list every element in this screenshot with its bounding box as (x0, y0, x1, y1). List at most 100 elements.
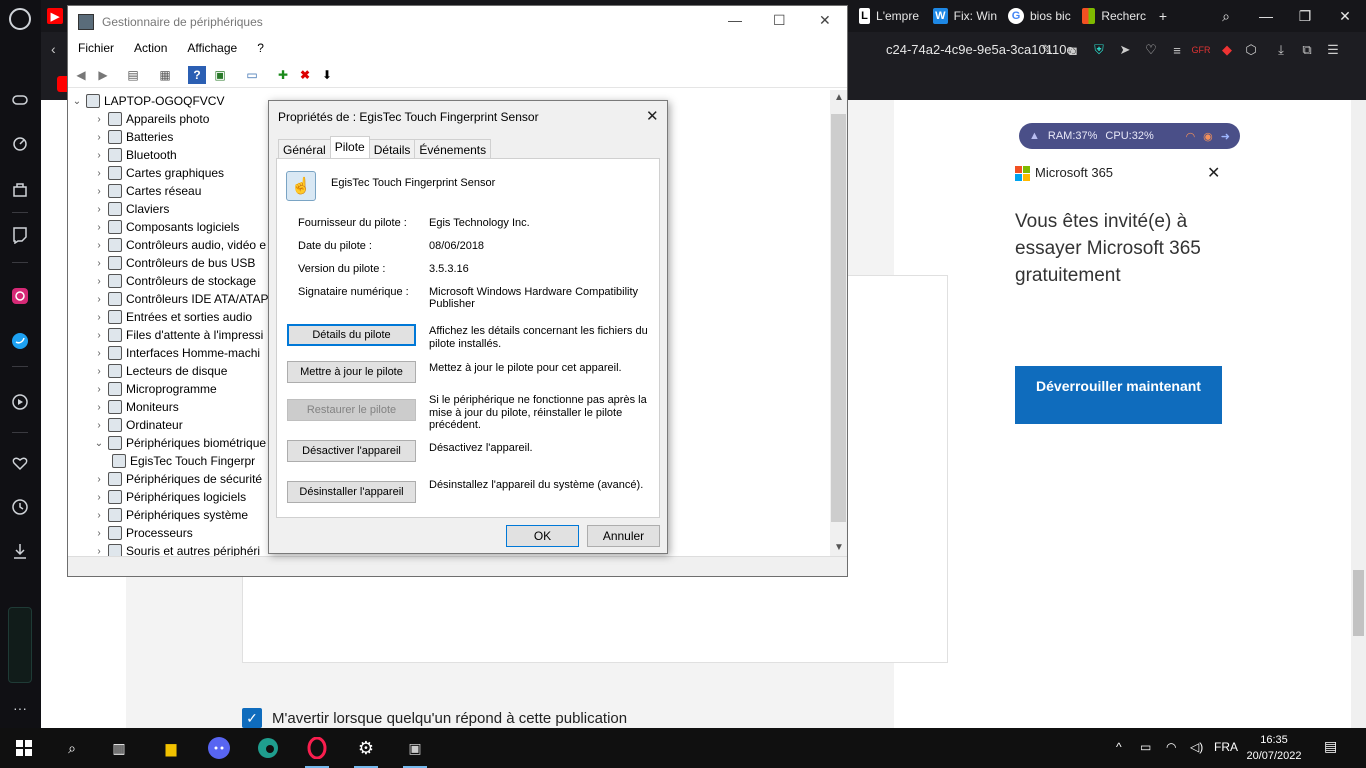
easy-setup-icon[interactable]: ☰ (1325, 42, 1341, 58)
camera-icon[interactable]: ◙ (1065, 42, 1081, 58)
expand-chevron-icon[interactable]: › (92, 546, 106, 557)
expand-chevron-icon[interactable]: › (92, 294, 106, 305)
language-indicator[interactable]: FRA (1214, 740, 1238, 754)
expand-chevron-icon[interactable]: › (92, 420, 106, 431)
edit-icon[interactable]: ✎ (1039, 42, 1055, 58)
menu-action[interactable]: Action (124, 38, 177, 60)
restore-browser-icon[interactable]: ❐ (1295, 6, 1315, 26)
uninstall-device-icon[interactable]: ✖ (296, 66, 314, 84)
expand-chevron-icon[interactable]: › (92, 312, 106, 323)
tab-pilote[interactable]: Pilote (329, 136, 370, 158)
expand-chevron-icon[interactable]: › (92, 366, 106, 377)
tree-category[interactable]: › Moniteurs (92, 398, 179, 416)
task-view-icon[interactable]: ▥ (107, 736, 131, 760)
gx-store-icon[interactable] (9, 179, 31, 201)
discord-icon[interactable] (207, 736, 231, 760)
browser-tab[interactable]: L L'empre (859, 4, 919, 28)
menu-icon[interactable]: ≡ (1169, 42, 1185, 58)
network-wifi-icon[interactable]: ◠ (1166, 740, 1176, 754)
tree-category[interactable]: › Contrôleurs audio, vidéo e (92, 236, 266, 254)
minimize-icon[interactable]: — (728, 12, 742, 28)
menu-help[interactable]: ? (247, 38, 274, 60)
uninstall-device-button[interactable]: Désinstaller l'appareil (287, 481, 416, 503)
unlock-button[interactable]: Déverrouiller maintenant (1015, 366, 1222, 424)
edge-icon[interactable] (256, 736, 280, 760)
scroll-thumb[interactable] (1353, 570, 1364, 636)
checkbox-checked-icon[interactable]: ✓ (242, 708, 262, 728)
gfr-extension-icon[interactable]: GFR (1192, 42, 1211, 58)
vpn-shield-icon[interactable]: ⛨ (1091, 42, 1107, 58)
tree-category[interactable]: › Souris et autres périphéri (92, 542, 260, 556)
notify-option[interactable]: ✓ M'avertir lorsque quelqu'un répond à c… (242, 708, 627, 728)
browser-tab[interactable]: W Fix: Win (933, 4, 997, 28)
expand-chevron-icon[interactable]: › (92, 132, 106, 143)
ok-button[interactable]: OK (506, 525, 579, 547)
cube-icon[interactable]: ⬡ (1243, 42, 1259, 58)
download-icon[interactable] (9, 540, 31, 562)
close-icon[interactable]: ✕ (1207, 163, 1220, 183)
file-explorer-icon[interactable]: ▆ (159, 736, 183, 760)
tree-device-item[interactable]: EgisTec Touch Fingerpr (110, 452, 255, 470)
expand-chevron-icon[interactable]: › (92, 348, 106, 359)
expand-chevron-icon[interactable]: › (92, 258, 106, 269)
tree-category[interactable]: › Contrôleurs de bus USB (92, 254, 255, 272)
player-icon[interactable] (9, 391, 31, 413)
properties-icon[interactable]: ▦ (156, 66, 174, 84)
tree-category[interactable]: › Appareils photo (92, 110, 209, 128)
downloads-icon[interactable]: ⤓ (1273, 42, 1289, 58)
disable-device-button[interactable]: Désactiver l'appareil (287, 440, 416, 462)
expand-chevron-icon[interactable]: › (92, 186, 106, 197)
tree-category[interactable]: › Interfaces Homme-machi (92, 344, 260, 362)
expand-chevron-icon[interactable]: › (92, 330, 106, 341)
driver-details-button[interactable]: Détails du pilote (287, 324, 416, 346)
menu-fichier[interactable]: Fichier (68, 38, 124, 60)
search-tabs-icon[interactable]: ⌕ (1216, 6, 1236, 26)
browser-tab[interactable]: Recherc (1082, 4, 1146, 28)
volume-icon[interactable]: ◁) (1190, 740, 1203, 754)
new-tab-button[interactable]: + (1153, 6, 1173, 26)
tree-root[interactable]: ⌄ LAPTOP-OGOQFVCV (70, 92, 224, 110)
tree-category[interactable]: › Batteries (92, 128, 173, 146)
tree-category[interactable]: › Entrées et sorties audio (92, 308, 252, 326)
expand-chevron-icon[interactable]: › (92, 402, 106, 413)
expand-chevron-icon[interactable]: › (92, 276, 106, 287)
hardware-monitor-widget[interactable] (8, 607, 32, 683)
roblox-extension-icon[interactable]: ◆ (1219, 42, 1235, 58)
expand-chevron-icon[interactable]: › (92, 204, 106, 215)
scroll-thumb[interactable] (831, 114, 846, 522)
collapse-chevron-icon[interactable]: ⌄ (70, 96, 84, 107)
page-scrollbar[interactable] (1351, 100, 1366, 728)
heart-icon[interactable] (9, 452, 31, 474)
opera-gx-logo-icon[interactable] (9, 8, 31, 30)
twitter-icon[interactable] (9, 330, 31, 352)
tree-category[interactable]: › Composants logiciels (92, 218, 239, 236)
history-icon[interactable] (9, 496, 31, 518)
more-icon[interactable]: ··· (9, 697, 31, 719)
cancel-button[interactable]: Annuler (587, 525, 660, 547)
close-browser-icon[interactable]: ✕ (1335, 6, 1355, 26)
close-icon[interactable]: ✕ (646, 107, 659, 125)
clock[interactable]: 16:35 20/07/2022 (1246, 732, 1302, 764)
tree-category[interactable]: › Claviers (92, 200, 169, 218)
maximize-icon[interactable]: ☐ (773, 12, 786, 29)
update-driver-icon[interactable]: ▣ (211, 66, 229, 84)
expand-chevron-icon[interactable]: › (92, 492, 106, 503)
tree-category[interactable]: › Contrôleurs IDE ATA/ATAP (92, 290, 269, 308)
scroll-down-icon[interactable]: ▼ (834, 542, 844, 553)
show-hide-tree-icon[interactable]: ▤ (124, 66, 142, 84)
add-device-icon[interactable]: ✚ (274, 66, 292, 84)
tree-category[interactable]: › Périphériques système (92, 506, 248, 524)
expand-chevron-icon[interactable]: › (92, 168, 106, 179)
disable-device-icon[interactable]: ⬇ (318, 66, 336, 84)
tree-category[interactable]: › Périphériques logiciels (92, 488, 246, 506)
tree-category[interactable]: › Ordinateur (92, 416, 183, 434)
expand-chevron-icon[interactable]: › (92, 240, 106, 251)
expand-chevron-icon[interactable]: › (92, 222, 106, 233)
expand-chevron-icon[interactable]: › (92, 474, 106, 485)
tree-category[interactable]: › Files d'attente à l'impressi (92, 326, 263, 344)
tree-category[interactable]: › Lecteurs de disque (92, 362, 227, 380)
start-windows-icon[interactable] (12, 736, 36, 760)
tree-category[interactable]: › Bluetooth (92, 146, 177, 164)
notifications-icon[interactable]: ▤ (1324, 738, 1337, 755)
tab-details[interactable]: Détails (368, 139, 416, 158)
